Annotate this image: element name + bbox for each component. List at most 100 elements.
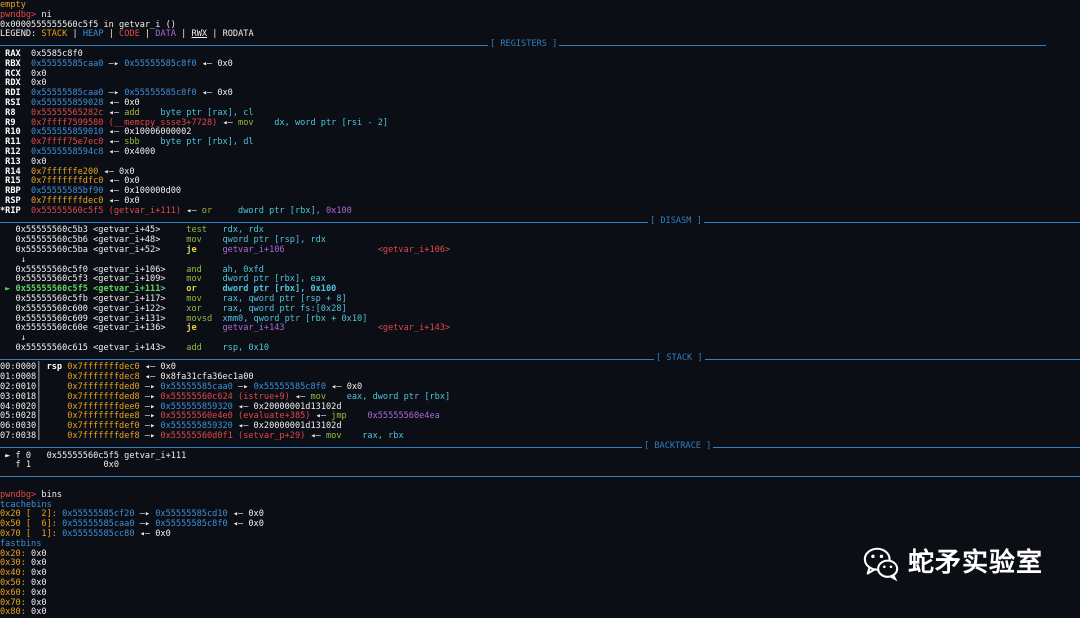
instruction-mnemonic: mov [165, 274, 207, 285]
bin-chain: —▸ [134, 509, 156, 520]
instruction-operands: getvar_i+106 [206, 244, 285, 255]
instruction-address: 0x55555560c5f0 <getvar_i+106> [0, 264, 166, 275]
register-value: byte ptr [rax], cl [139, 107, 254, 118]
bin-chain: —▸ [134, 519, 156, 530]
instruction-mnemonic: test [165, 225, 207, 236]
instruction-mnemonic: mov [165, 235, 207, 246]
register-value: ◂— 0x0 [196, 58, 233, 69]
register-value: 0x555555859010 [20, 127, 104, 138]
register-value: 0x555555859028 [20, 97, 104, 108]
instruction-operands: dword ptr [rbx], eax [206, 274, 326, 285]
stack-value: 0x7fffffffded8 [67, 391, 140, 402]
stack-offset: 07:0038│ [0, 431, 47, 442]
bin-chain: ◂— 0x0 [227, 509, 264, 520]
stack-value: mov [310, 391, 327, 402]
empty-line: empty [0, 0, 26, 10]
stack-offset: 03:0018│ [0, 391, 47, 402]
instruction-mnemonic: mov [165, 293, 207, 304]
register-value: byte ptr [rbx], dl [139, 137, 254, 148]
register-row: RDI 0x55555585caa0 —▸ 0x55555585c8f0 ◂— … [0, 88, 1080, 99]
terminal[interactable]: empty pwndbg> ni 0x0000555555560c5f5 in … [0, 0, 1080, 618]
register-value: ◂— 0x0 [196, 88, 233, 99]
stack-register [47, 431, 68, 441]
register-value: ◂— [181, 205, 202, 216]
stack-value: —▸ [139, 431, 161, 442]
register-row: *RIP 0x55555560c5f5 (getvar_i+111) ◂— or… [0, 205, 1080, 217]
register-name: R15 [0, 176, 21, 187]
legend-rodata: RODATA [222, 29, 254, 40]
stack-row: 07:0038│ 0x7fffffffdef8 —▸ 0x55555560d0f… [0, 431, 1080, 442]
instruction-mnemonic: movsd [165, 313, 213, 324]
stack-value: ◂— 0x8fa31cfa36ec1a00 [139, 372, 254, 383]
backtrace-header: [ BACKTRACE ] [642, 440, 714, 452]
instruction-address: 0x55555560c600 <getvar_i+122> [0, 303, 166, 314]
legend-heap: HEAP [82, 29, 104, 40]
register-value: ◂— 0x0 [103, 176, 140, 187]
bin-size: 0x50: [0, 578, 32, 589]
register-value: —▸ [103, 58, 125, 69]
wechat-icon [863, 547, 899, 582]
register-value: ◂— 0x4000 [103, 146, 156, 157]
register-value: ◂— 0x100000d00 [103, 186, 182, 197]
instruction-operands: xmm0, qword ptr [rbx + 0x10] [212, 313, 368, 324]
instruction-address: 0x55555560c5f3 <getvar_i+109> [0, 274, 166, 285]
stack-value: 0x7fffffffdee8 [67, 411, 140, 422]
stack-value: 0x7fffffffdec8 [67, 372, 140, 383]
register-value: 0x55555560c5f5 (getvar_i+111) [20, 205, 182, 216]
stack-value: —▸ [139, 421, 161, 432]
register-row: R14 0x7ffffffe200 ◂— 0x0 [0, 166, 1080, 178]
register-value: 0x7fffffffdfc0 [20, 176, 104, 187]
register-row: R13 0x0 [0, 157, 1080, 168]
instruction-address: 0x55555560c615 <getvar_i+143> [0, 342, 166, 353]
instruction-operands: rax, qword ptr [rsp + 8] [206, 293, 347, 304]
stack-register [47, 372, 68, 382]
register-name: RCX [0, 68, 21, 79]
bin-chain: 0x55555585cc80 [62, 529, 135, 540]
stack-register [47, 411, 68, 421]
fastbin-row: 0x60: 0x0 [0, 588, 1080, 599]
register-name: R10 [0, 127, 21, 138]
bin-chain: 0x55555585cd10 [155, 509, 228, 520]
register-value: dx, word ptr [rsi - 2] [253, 117, 389, 128]
bin-value: 0x0 [31, 607, 47, 618]
stack-value: ◂— 0x0 [326, 382, 363, 393]
register-value: 0x7ffff7599580 (__memcpy_ssse3+7728) [20, 117, 218, 128]
register-value: 0x55555585c8f0 [124, 88, 197, 99]
register-value: or [201, 205, 213, 216]
instruction-operands: rsp, 0x10 [206, 342, 270, 353]
legend-code: CODE [119, 29, 140, 40]
stack-value: 0x55555585c8f0 [253, 382, 326, 393]
instruction-operands: rax, qword ptr fs:[0x28] [206, 303, 347, 314]
stack-value: 0x7fffffffdef8 [67, 431, 140, 442]
register-value: ◂— 0x10006000002 [103, 127, 192, 138]
stack-offset: 05:0028│ [0, 411, 47, 422]
bin-size: 0x50 [ 6]: [0, 519, 63, 530]
instruction-mnemonic: je [165, 323, 207, 334]
register-value: 0x7fffffffdec0 [20, 195, 104, 206]
register-value: ◂— 0x0 [98, 166, 135, 177]
stack-register [47, 392, 68, 402]
tcachebins-list: 0x20 [ 2]: 0x55555585cf20 —▸ 0x55555585c… [0, 510, 1080, 539]
register-name: R12 [0, 146, 21, 157]
register-name: R9 [0, 117, 21, 128]
instruction-address: 0x55555560c5fb <getvar_i+117> [0, 293, 166, 304]
bin-size: 0x30: [0, 558, 32, 569]
stack-value: 0x7fffffffded0 [67, 382, 140, 393]
stack-register: rsp [46, 362, 68, 373]
register-value: ◂— [103, 137, 125, 148]
instruction-address: ► 0x55555560c5f5 <getvar_i+111> [0, 284, 166, 295]
register-name: RDI [0, 88, 21, 99]
stack-register [47, 382, 68, 392]
instruction-address: 0x55555560c5b3 <getvar_i+45> [0, 225, 166, 236]
register-value: 0x7ffffffe200 [20, 166, 99, 177]
tcachebin-row: 0x70 [ 1]: 0x55555585cc80 ◂— 0x0 [0, 529, 1080, 540]
register-name: R8 [0, 107, 21, 118]
bin-size: 0x70: [0, 597, 32, 608]
register-name: R11 [0, 137, 21, 148]
disasm-panel: 0x55555560c5b3 <getvar_i+45> test rdx, r… [0, 225, 1080, 353]
register-value: —▸ [103, 88, 125, 99]
instruction-operands: qword ptr [rsp], rdx [206, 235, 326, 246]
registers-header: [ REGISTERS ] [488, 39, 560, 50]
bin-value: 0x0 [31, 578, 47, 589]
legend-stack: STACK [41, 29, 68, 40]
